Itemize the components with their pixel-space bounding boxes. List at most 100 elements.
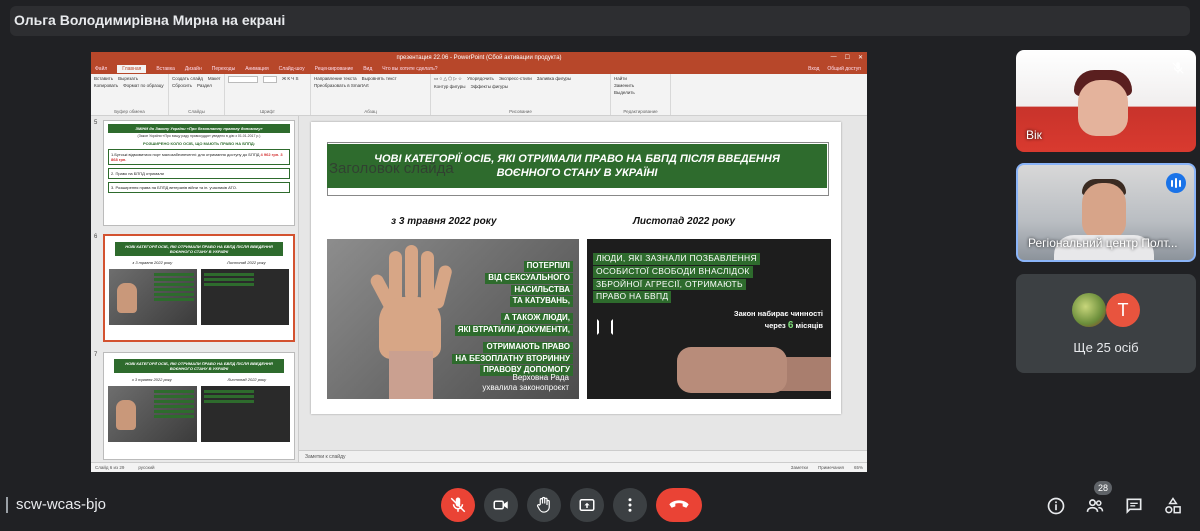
format-painter-button[interactable]: Формат по образцу <box>123 83 163 88</box>
find-button[interactable]: Найти <box>614 76 667 81</box>
cut-button[interactable]: Вырезать <box>118 76 138 81</box>
present-screen-button[interactable] <box>570 488 604 522</box>
camera-toggle-button[interactable] <box>484 488 518 522</box>
slide-col-left-heading: з 3 травня 2022 року <box>391 216 497 227</box>
section-button[interactable]: Раздел <box>197 83 212 88</box>
ribbon-font: Ж К Ч S Шрифт <box>225 74 311 115</box>
menu-insert[interactable]: Вставка <box>156 66 175 72</box>
ppt-ribbon: Вставить Вырезать Копировать Формат по о… <box>91 74 867 116</box>
share-button[interactable]: Общий доступ <box>827 66 861 72</box>
copy-button[interactable]: Копировать <box>94 83 118 88</box>
raise-hand-button[interactable] <box>527 488 561 522</box>
replace-button[interactable]: Заменить <box>614 83 667 88</box>
thumb-title: НОВІ КАТЕГОРІЇ ОСІБ, ЯКІ ОТРИМАЛИ ПРАВО … <box>114 359 284 373</box>
ppt-body: 5 ЗМІНИ до Закону України «Про безоплатн… <box>91 116 867 462</box>
close-icon[interactable]: ✕ <box>858 54 863 61</box>
participants-button[interactable] <box>1084 495 1106 517</box>
ribbon-group-label: Буфер обмена <box>114 109 145 114</box>
maximize-icon[interactable]: ☐ <box>845 54 850 61</box>
window-controls: — ☐ ✕ <box>831 54 863 61</box>
smartart-button[interactable]: Преобразовать в SmartArt <box>314 83 369 88</box>
mic-toggle-button[interactable] <box>441 488 475 522</box>
comments-toggle[interactable]: Примечания <box>818 465 844 470</box>
more-options-button[interactable] <box>613 488 647 522</box>
left-text-line: А ТАКОЖ ЛЮДИ, <box>501 313 573 324</box>
thumb-item: 1.Бутські відмовитися порт малозабезпече… <box>111 152 260 157</box>
thumb-fist-image <box>201 269 289 325</box>
slide-col-right-heading: Листопад 2022 року <box>633 216 736 227</box>
menu-transitions[interactable]: Переходы <box>212 66 235 72</box>
meeting-details-button[interactable] <box>1045 495 1067 517</box>
shape-fill-button[interactable]: Заливка фигуры <box>537 76 571 82</box>
menu-design[interactable]: Дизайн <box>185 66 202 72</box>
participant-tile-1[interactable]: Вік <box>1016 50 1196 152</box>
align-text-button[interactable]: Выровнять текст <box>362 76 397 81</box>
font-size-select[interactable] <box>263 76 277 83</box>
layout-button[interactable]: Макет <box>208 76 221 81</box>
law-line: Закон набирає чинності <box>733 309 823 318</box>
menu-slideshow[interactable]: Слайд-шоу <box>279 66 305 72</box>
ppt-title-bar: презентация 22.06 - PowerPoint (Сбой акт… <box>91 52 867 64</box>
menu-view[interactable]: Вид <box>363 66 372 72</box>
menu-tell-me[interactable]: Что вы хотите сделать? <box>382 66 437 72</box>
thumb-subtitle: (Закон України «Про вищу раду правосуддя… <box>137 134 261 138</box>
zoom-level[interactable]: 65% <box>854 465 863 470</box>
thumb-box-1: 1.Бутські відмовитися порт малозабезпече… <box>108 149 290 165</box>
activities-button[interactable] <box>1162 495 1184 517</box>
hangup-icon <box>669 500 689 508</box>
participant-avatar <box>1072 293 1106 327</box>
chat-button[interactable] <box>1123 495 1145 517</box>
presenter-label: Ольга Володимирівна Мирна на екрані <box>14 12 286 28</box>
quick-styles-button[interactable]: Экспресс-стили <box>499 76 532 82</box>
leave-call-button[interactable] <box>656 488 702 522</box>
menu-review[interactable]: Рецензирование <box>315 66 354 72</box>
thumb-heading: РОЗШИРЕНО КОЛО ОСІБ, ЩО МАЮТЬ ПРАВО НА Б… <box>142 141 256 146</box>
shape-effects-button[interactable]: Эффекты фигуры <box>470 84 508 89</box>
thumb-col-left: з 3 травня 2022 року <box>132 260 173 265</box>
title-placeholder[interactable]: Заголовок слайда <box>329 160 454 177</box>
new-slide-button[interactable]: Создать слайд <box>172 76 203 81</box>
language-indicator: русский <box>138 465 155 470</box>
sign-in-link[interactable]: Вход <box>808 66 819 72</box>
participant-name: Вік <box>1026 128 1042 142</box>
select-button[interactable]: Выделить <box>614 90 667 95</box>
font-name-select[interactable] <box>228 76 258 83</box>
text-direction-button[interactable]: Направление текста <box>314 76 357 81</box>
shape-outline-button[interactable]: Контур фигуры <box>434 84 465 89</box>
menu-file[interactable]: Файл <box>95 66 107 72</box>
ppt-status-bar: Слайд 6 из 29 русский Заметки Примечания… <box>91 462 867 472</box>
ribbon-group-label: Рисование <box>509 109 532 114</box>
ribbon-group-label: Шрифт <box>260 109 275 114</box>
current-slide[interactable]: ЧОВІ КАТЕГОРІЇ ОСІБ, ЯКІ ОТРИМАЛИ ПРАВО … <box>311 122 841 414</box>
shapes-gallery-icon[interactable]: ▭ ○ △ ⬠ ▷ ☆ <box>434 76 462 82</box>
presenter-banner: Ольга Володимирівна Мирна на екрані <box>0 0 1200 40</box>
thumb-number: 6 <box>94 234 98 240</box>
thumb-col-left: з 3 травня 2022 року <box>131 377 172 382</box>
more-vert-icon <box>628 498 632 512</box>
slide-thumbnail-6[interactable]: НОВІ КАТЕГОРІЇ ОСІБ, ЯКІ ОТРИМАЛИ ПРАВО … <box>103 234 295 342</box>
minimize-icon[interactable]: — <box>831 54 837 61</box>
slide-thumbnail-7[interactable]: НОВІ КАТЕГОРІЇ ОСІБ, ЯКІ ОТРИМАЛИ ПРАВО … <box>103 352 295 460</box>
right-image-text: ЛЮДИ, ЯКІ ЗАЗНАЛИ ПОЗБАВЛЕННЯ ОСОБИСТОЇ … <box>593 253 760 304</box>
info-icon <box>1047 497 1065 515</box>
ribbon-group-label: Редактирование <box>623 109 658 114</box>
paste-button[interactable]: Вставить <box>94 76 113 81</box>
slide-editor[interactable]: ЧОВІ КАТЕГОРІЇ ОСІБ, ЯКІ ОТРИМАЛИ ПРАВО … <box>299 116 867 462</box>
participant-avatar-letter: T <box>1106 293 1140 327</box>
right-text-line: ЛЮДИ, ЯКІ ЗАЗНАЛИ ПОЗБАВЛЕННЯ <box>593 253 760 265</box>
slide-thumbnails-panel[interactable]: 5 ЗМІНИ до Закону України «Про безоплатн… <box>91 116 299 462</box>
reset-button[interactable]: Сбросить <box>172 83 192 88</box>
ribbon-clipboard: Вставить Вырезать Копировать Формат по о… <box>91 74 169 115</box>
font-style-icons[interactable]: Ж К Ч S <box>282 76 299 83</box>
thumb-title: НОВІ КАТЕГОРІЇ ОСІБ, ЯКІ ОТРИМАЛИ ПРАВО … <box>115 242 283 256</box>
slide-thumbnail-5[interactable]: ЗМІНИ до Закону України «Про безоплатну … <box>103 120 295 226</box>
arrange-button[interactable]: Упорядочить <box>467 76 494 82</box>
notes-toggle[interactable]: Заметки <box>791 465 808 470</box>
participant-tile-2[interactable]: Регіональний центр Полт... <box>1016 163 1196 262</box>
more-participants-tile[interactable]: T Ще 25 осіб <box>1016 274 1196 373</box>
signature-line: ухвалила законопроєкт <box>482 383 569 392</box>
thumb-box-2: 2. Право на БППД отримали <box>108 168 290 179</box>
menu-home[interactable]: Главная <box>117 65 147 73</box>
slide-notes[interactable]: Заметки к слайду <box>299 450 867 462</box>
menu-animation[interactable]: Анимация <box>245 66 268 72</box>
